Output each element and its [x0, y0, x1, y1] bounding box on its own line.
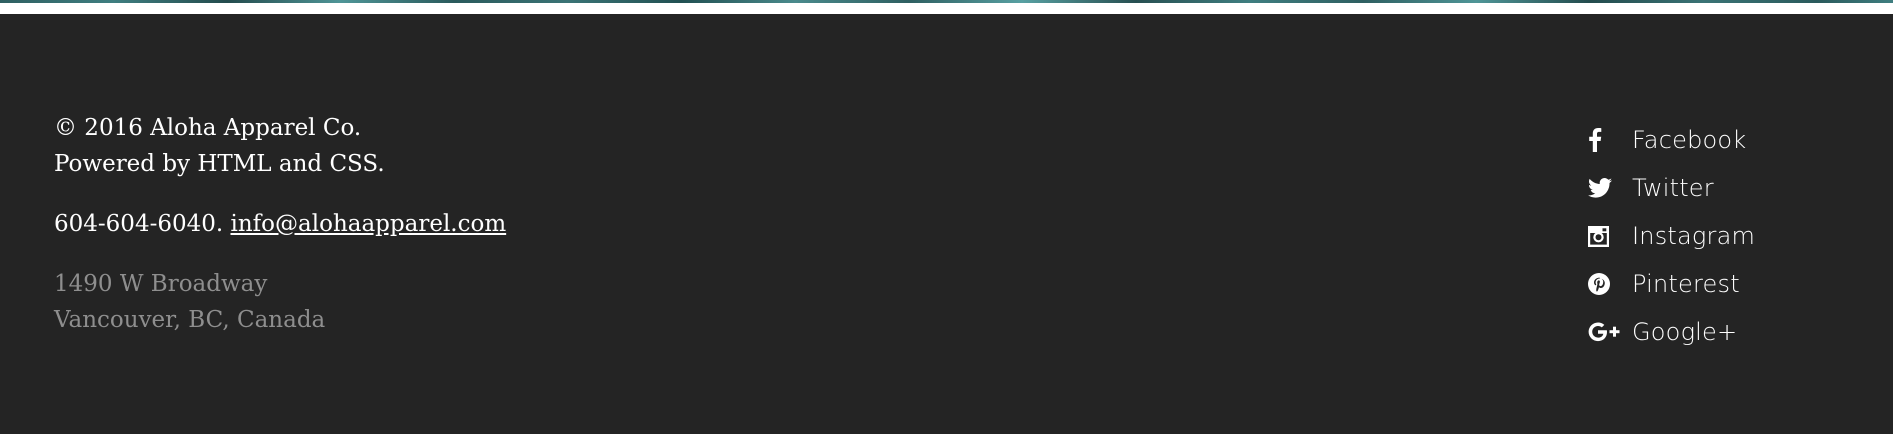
social-link-twitter[interactable]: Twitter	[1588, 164, 1755, 212]
social-link-facebook[interactable]: Facebook	[1588, 116, 1755, 164]
social-link-pinterest[interactable]: Pinterest	[1588, 260, 1755, 308]
footer-info: © 2016 Aloha Apparel Co. Powered by HTML…	[54, 110, 506, 338]
instagram-icon	[1588, 222, 1632, 250]
social-label-google-plus: Google+	[1632, 318, 1738, 346]
contact-line: 604-604-6040. info@alohaapparel.com	[54, 206, 506, 242]
google-plus-icon	[1588, 318, 1632, 346]
social-label-twitter: Twitter	[1632, 174, 1714, 202]
address-line-1: 1490 W Broadway	[54, 271, 268, 297]
social-label-instagram: Instagram	[1632, 222, 1756, 250]
site-footer: © 2016 Aloha Apparel Co. Powered by HTML…	[0, 14, 1893, 434]
social-link-instagram[interactable]: Instagram	[1588, 212, 1755, 260]
banner-pattern	[0, 0, 1893, 3]
social-links: Facebook Twitter Instagram Pinterest Goo…	[1588, 116, 1755, 356]
social-label-pinterest: Pinterest	[1632, 270, 1740, 298]
email-link[interactable]: info@alohaapparel.com	[231, 211, 507, 237]
social-label-facebook: Facebook	[1632, 126, 1747, 154]
facebook-icon	[1588, 126, 1632, 154]
phone-number: 604-604-6040.	[54, 211, 224, 237]
twitter-icon	[1588, 174, 1632, 202]
page: © 2016 Aloha Apparel Co. Powered by HTML…	[0, 0, 1893, 434]
address-block: 1490 W Broadway Vancouver, BC, Canada	[54, 266, 506, 338]
copyright-text: © 2016 Aloha Apparel Co.	[54, 115, 362, 141]
social-link-google-plus[interactable]: Google+	[1588, 308, 1755, 356]
banner-image-edge	[0, 0, 1893, 14]
pinterest-icon	[1588, 270, 1632, 298]
powered-by-text: Powered by HTML and CSS.	[54, 151, 385, 177]
address-line-2: Vancouver, BC, Canada	[54, 307, 326, 333]
